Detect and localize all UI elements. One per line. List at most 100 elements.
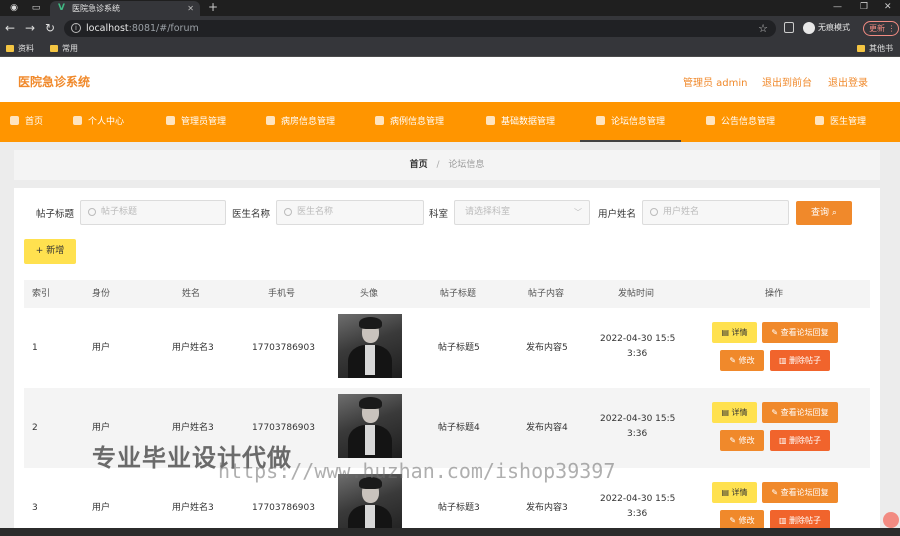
post-title-input[interactable]: 帖子标题 (80, 200, 226, 225)
view-replies-button[interactable]: ✎ 查看论坛回复 (762, 402, 838, 423)
col-post-title: 帖子标题 (440, 289, 477, 299)
menu-label: 基础数据管理 (501, 117, 556, 127)
menu-item-admin-manage[interactable]: 管理员管理 (166, 102, 226, 142)
folder-icon (50, 45, 58, 52)
btn-label: 删除帖子 (789, 356, 822, 365)
menu-label: 管理员管理 (181, 117, 227, 127)
cell-post-time: 2022-04-30 15:5 (600, 494, 676, 504)
cell-phone: 17703786903 (252, 423, 315, 433)
breadcrumb-home[interactable]: 首页 (410, 160, 428, 170)
bookmark-folder-ziliao[interactable]: 资料 (6, 41, 34, 56)
add-button[interactable]: + 新增 (24, 239, 76, 264)
menu-label: 病例信息管理 (390, 117, 445, 127)
bookmark-folder-changyong[interactable]: 常用 (50, 41, 78, 56)
doctor-name-label: 医生名称 (232, 209, 271, 220)
browser-tab-active[interactable]: V 医院急诊系统 ✕ (50, 1, 200, 16)
app-title: 医院急诊系统 (18, 75, 91, 89)
window-restore-icon[interactable]: ❐ (860, 0, 868, 14)
user-name-input[interactable]: 用户姓名 (642, 200, 789, 225)
btn-label: 查看论坛回复 (780, 408, 829, 417)
department-select[interactable]: 请选择科室 ﹀ (454, 200, 590, 225)
browser-toolbar: ← → ↻ i localhost:8081/#/forum ☆ 无痕模式 更新… (0, 16, 900, 41)
cell-name: 用户姓名3 (172, 343, 214, 353)
table-header: 索引 身份 姓名 手机号 头像 帖子标题 帖子内容 发帖时间 操作 (24, 280, 870, 308)
menu-item-case-manage[interactable]: 病例信息管理 (375, 102, 444, 142)
doctor-name-input[interactable]: 医生名称 (276, 200, 424, 225)
cell-name: 用户姓名3 (172, 503, 214, 513)
detail-button[interactable]: ▤ 详情 (712, 322, 757, 343)
menu-label: 公告信息管理 (721, 117, 776, 127)
cell-role: 用户 (92, 423, 111, 433)
query-button[interactable]: 查询 ⌕ (796, 201, 852, 225)
cell-index: 3 (32, 503, 38, 513)
delete-post-button[interactable]: ▥ 删除帖子 (770, 430, 830, 451)
col-phone: 手机号 (268, 289, 296, 299)
bookmarks-bar: 资料 常用 其他书签 (0, 41, 900, 68)
app-header: 医院急诊系统 管理员 admin 退出到前台 退出登录 (0, 57, 900, 102)
menu-item-personal-center[interactable]: 个人中心 (73, 102, 124, 142)
address-bar[interactable]: i localhost:8081/#/forum ☆ (64, 20, 776, 37)
menu-item-doctor-manage[interactable]: 医生管理 (815, 102, 866, 142)
add-label: 新增 (46, 246, 65, 256)
delete-post-button[interactable]: ▥ 删除帖子 (770, 350, 830, 371)
detail-button[interactable]: ▤ 详情 (712, 402, 757, 423)
window-minimize-icon[interactable]: — (833, 0, 842, 14)
menu-item-home[interactable]: 首页 (10, 102, 43, 142)
content-panel: 帖子标题 帖子标题 医生名称 医生名称 科室 请选择科室 ﹀ 用户姓名 用户姓名… (14, 188, 880, 536)
case-icon (375, 116, 384, 125)
trash-icon: ▥ (778, 356, 787, 365)
menu-item-forum-manage[interactable]: 论坛信息管理 (580, 102, 682, 142)
bookmark-star-icon[interactable]: ☆ (758, 20, 768, 37)
cell-index: 2 (32, 423, 38, 433)
edit-icon: ✎ (729, 356, 737, 365)
side-panel-icon[interactable] (784, 22, 794, 33)
new-tab-icon[interactable]: + (208, 0, 218, 15)
browser-menu-icon[interactable]: ◉ (8, 2, 20, 14)
col-actions: 操作 (765, 289, 784, 299)
plus-icon: + (35, 246, 44, 256)
window-close-icon[interactable]: ✕ (884, 0, 892, 14)
exit-to-front-link[interactable]: 退出到前台 (762, 74, 812, 89)
btn-label: 详情 (731, 408, 748, 417)
incognito-avatar-icon (803, 21, 815, 34)
edit-button[interactable]: ✎ 修改 (720, 350, 764, 371)
menu-item-ward-manage[interactable]: 病房信息管理 (266, 102, 335, 142)
cell-name: 用户姓名3 (172, 423, 214, 433)
site-info-icon[interactable]: i (71, 23, 81, 33)
menu-item-basic-data-manage[interactable]: 基础数据管理 (486, 102, 555, 142)
cell-post-time: 2022-04-30 15:5 (600, 334, 676, 344)
update-button[interactable]: 更新 ⋮ (863, 21, 899, 36)
logout-link[interactable]: 退出登录 (828, 74, 868, 89)
floating-assistant-icon[interactable] (883, 512, 899, 528)
data-icon (486, 116, 495, 125)
avatar-photo (338, 474, 402, 536)
cell-index: 1 (32, 343, 38, 353)
btn-label: 修改 (738, 356, 755, 365)
back-icon[interactable]: ← (5, 21, 15, 35)
select-placeholder: 请选择科室 (465, 207, 511, 217)
cell-post-content: 发布内容5 (526, 343, 568, 353)
menu-item-notice-manage[interactable]: 公告信息管理 (706, 102, 775, 142)
menu-label: 论坛信息管理 (611, 117, 666, 127)
doc-icon: ▤ (721, 408, 729, 417)
edit-icon: ✎ (771, 328, 779, 337)
menu-label: 个人中心 (88, 117, 125, 127)
detail-button[interactable]: ▤ 详情 (712, 482, 757, 503)
tab-close-icon[interactable]: ✕ (187, 1, 194, 16)
reload-icon[interactable]: ↻ (45, 21, 55, 35)
url-host: localhost (86, 23, 129, 34)
post-title-label: 帖子标题 (36, 209, 75, 220)
user-name-label: 用户姓名 (598, 209, 637, 220)
department-label: 科室 (429, 209, 449, 220)
input-placeholder: 医生名称 (297, 207, 334, 217)
profile-button[interactable]: 无痕模式 (803, 21, 850, 35)
cell-post-title: 帖子标题5 (438, 343, 480, 353)
ward-icon (266, 116, 275, 125)
tab-search-icon[interactable]: ▭ (30, 2, 42, 14)
view-replies-button[interactable]: ✎ 查看论坛回复 (762, 322, 838, 343)
bookmark-label: 常用 (62, 44, 78, 53)
edit-button[interactable]: ✎ 修改 (720, 430, 764, 451)
view-replies-button[interactable]: ✎ 查看论坛回复 (762, 482, 838, 503)
forward-icon[interactable]: → (25, 21, 35, 35)
col-role: 身份 (92, 289, 111, 299)
